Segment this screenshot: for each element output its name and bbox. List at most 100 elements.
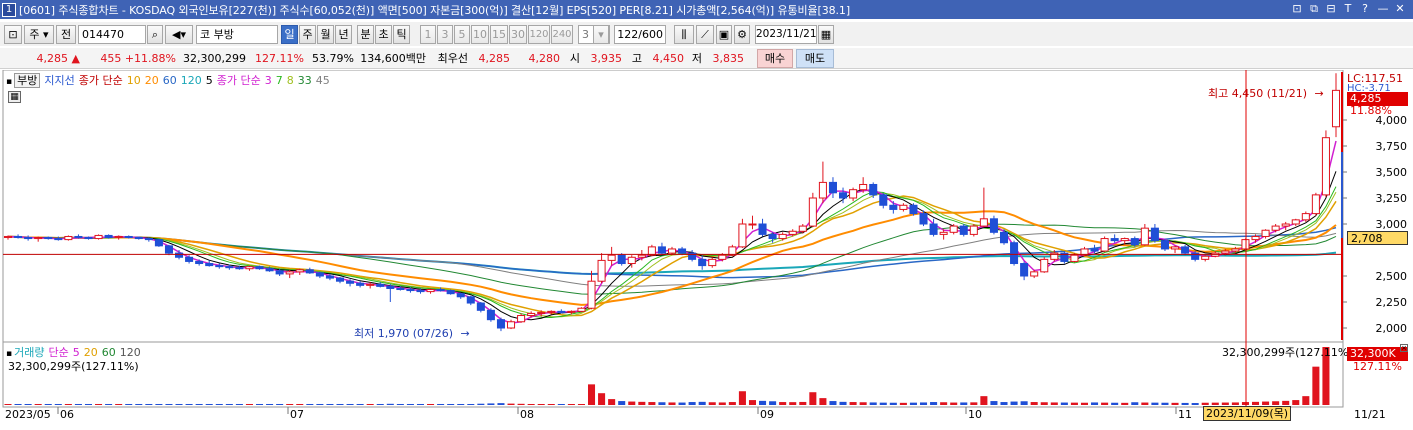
volume-bar: [296, 404, 304, 405]
period-minute[interactable]: 분: [357, 25, 374, 44]
market-select[interactable]: 주 ▾: [24, 25, 54, 44]
candle-body: [265, 268, 274, 272]
volume-bar: [145, 404, 153, 405]
volume-bar: [598, 393, 606, 405]
period-day[interactable]: 일: [281, 25, 298, 44]
volume-bar: [1191, 403, 1199, 405]
search-icon[interactable]: ⌕: [147, 25, 163, 44]
candle-body: [466, 296, 475, 304]
help-button[interactable]: ?: [1358, 2, 1372, 15]
interval-5[interactable]: 5: [454, 25, 470, 44]
chart-area[interactable]: 4,000 3,750 3,500 3,250 3,000 2,500 2,250 2,000…: [0, 70, 1413, 430]
window-number-icon[interactable]: 1: [2, 2, 16, 17]
candle-body: [597, 259, 606, 282]
candle-body: [869, 183, 878, 196]
chart-settings-icon[interactable]: ⊡: [4, 25, 22, 44]
x-tick-label: 10: [968, 408, 982, 421]
calendar-icon[interactable]: ▦: [818, 25, 834, 44]
current-pct: 11.88%: [1350, 104, 1392, 117]
minimize-button[interactable]: —: [1376, 2, 1390, 15]
candle-body: [567, 310, 576, 313]
period-second[interactable]: 초: [375, 25, 392, 44]
volume-bar: [1121, 402, 1129, 405]
candle-body: [436, 289, 445, 292]
speaker-icon[interactable]: ◀▾: [165, 25, 193, 44]
volume-bar: [195, 404, 203, 405]
date-input[interactable]: 2023/11/21: [755, 25, 817, 44]
legend-ma-b[interactable]: 종가 단순: [217, 74, 261, 87]
candle-type-icon[interactable]: ⫼: [674, 25, 694, 44]
window-ctrl-0[interactable]: ⊡: [1290, 2, 1304, 15]
volume-bar: [175, 404, 183, 405]
candle-body: [1271, 225, 1280, 231]
interval-1[interactable]: 1: [420, 25, 436, 44]
candle-body: [1171, 246, 1180, 250]
interval-30[interactable]: 30: [509, 25, 527, 44]
stock-name-field[interactable]: 코 부방: [196, 25, 278, 44]
y-tick-label: 2,250: [1376, 296, 1408, 309]
candle-body: [195, 260, 204, 265]
volume-bar: [24, 404, 32, 405]
prev-button[interactable]: 전: [56, 25, 76, 44]
interval-3[interactable]: 3: [437, 25, 453, 44]
save-icon[interactable]: ▣: [716, 25, 732, 44]
candle-body: [1120, 238, 1129, 242]
period-year[interactable]: 년: [335, 25, 352, 44]
candle-body: [678, 248, 687, 254]
legend-stock[interactable]: 부방: [14, 73, 41, 88]
volume-bar: [1040, 402, 1048, 405]
legend-ma45: 45: [315, 74, 330, 87]
volume-bar: [1262, 401, 1270, 405]
candle-body: [94, 234, 103, 240]
volume-bar: [587, 384, 596, 405]
legend-support[interactable]: 지지선: [44, 74, 74, 87]
grid-toggle-icon[interactable]: ▦: [8, 91, 21, 103]
candle-body: [315, 272, 324, 277]
period-week[interactable]: 주: [299, 25, 316, 44]
candle-body: [507, 321, 516, 329]
x-tick-label: 11: [1178, 408, 1192, 421]
window-ctrl-3[interactable]: T: [1341, 2, 1355, 15]
price-chart[interactable]: 4,0003,7503,5003,2503,0002,5002,2502,000…: [0, 70, 1413, 430]
count-input[interactable]: 122/600: [614, 25, 666, 44]
candle-body: [607, 254, 616, 261]
candle-body: [1040, 258, 1049, 273]
stock-code-input[interactable]: 014470: [78, 25, 146, 44]
candle-body: [748, 223, 757, 226]
close-button[interactable]: ✕: [1393, 2, 1407, 15]
interval-15[interactable]: 15: [490, 25, 508, 44]
legend-ma5: 5: [205, 74, 213, 87]
period-tick[interactable]: 틱: [393, 25, 410, 44]
line-tool-icon[interactable]: ⟋: [696, 25, 714, 44]
candle-body: [134, 237, 143, 240]
sell-button[interactable]: 매도: [796, 49, 834, 68]
interval-10[interactable]: 10: [471, 25, 489, 44]
candle-body: [356, 282, 365, 286]
volume-bar: [427, 404, 435, 405]
volume-bar: [547, 404, 555, 405]
interval-dropdown-icon[interactable]: ▾: [593, 25, 609, 44]
window-ctrl-1[interactable]: ⧉: [1307, 2, 1321, 16]
candle-body: [335, 277, 345, 282]
interval-120[interactable]: 120: [528, 25, 550, 44]
candle-body: [1130, 238, 1139, 246]
volume-box: 32,300K: [1347, 347, 1408, 361]
window-ctrl-2[interactable]: ⊟: [1324, 2, 1338, 15]
buy-button[interactable]: 매수: [757, 49, 793, 68]
candle-body: [1241, 239, 1250, 250]
candle-body: [1201, 255, 1210, 260]
volume-bar: [346, 404, 354, 405]
candle-body: [758, 223, 767, 235]
volume-bar: [1111, 402, 1119, 405]
volume-bar: [245, 404, 253, 405]
interval-240[interactable]: 240: [551, 25, 573, 44]
volume-bar: [809, 392, 817, 405]
candle-body: [768, 233, 777, 240]
volume-close-icon[interactable]: ×: [1400, 344, 1408, 352]
volume-bar: [115, 404, 123, 405]
legend-ma-a[interactable]: 종가 단순: [79, 74, 123, 87]
volume-bar: [1211, 402, 1219, 405]
gear-icon[interactable]: ⚙: [734, 25, 750, 44]
period-month[interactable]: 월: [317, 25, 334, 44]
candle-body: [84, 237, 93, 240]
